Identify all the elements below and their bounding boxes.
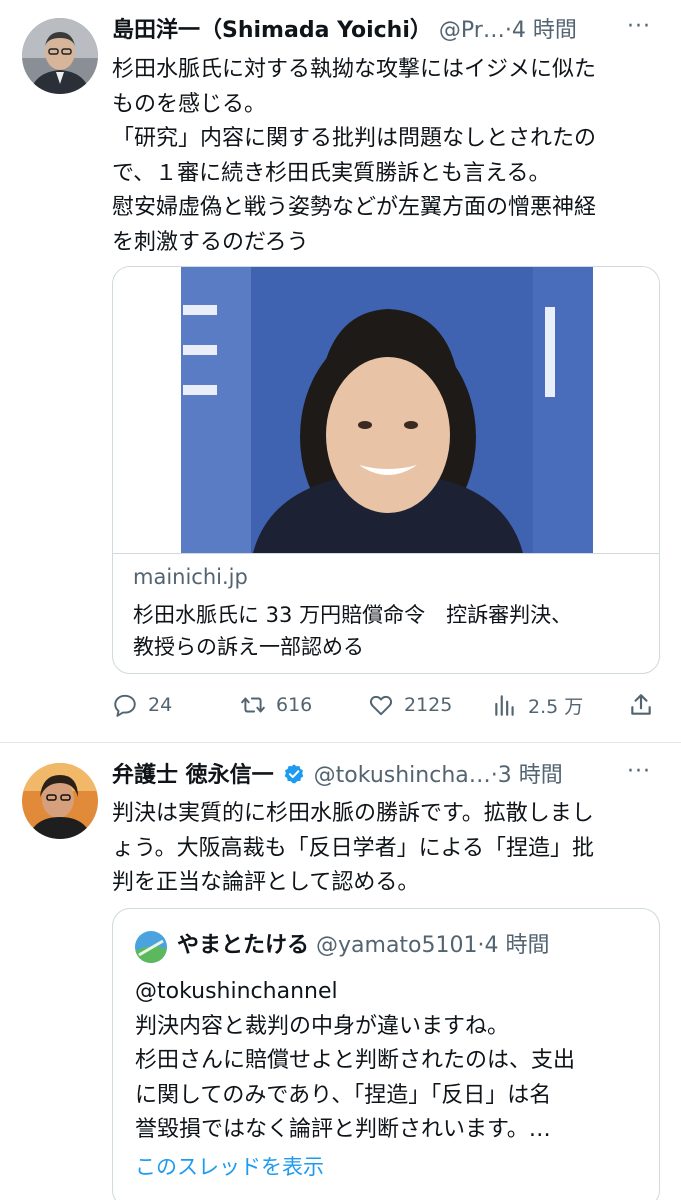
tweet-text: 杉田水脈氏に対する執拗な攻撃にはイジメに似た ものを感じる。 「研究」内容に関す…: [112, 53, 596, 260]
views-count: 2.5 万: [528, 695, 584, 718]
show-thread-link[interactable]: このスレッドを表示: [135, 1151, 324, 1181]
heart-icon: [369, 695, 393, 716]
tweet-header: 弁護士 徳永信一 @tokushincha…·3 時間: [112, 761, 563, 791]
avatar[interactable]: [22, 18, 98, 94]
verified-badge-icon: [284, 764, 304, 784]
retweet-icon: [241, 697, 265, 713]
tweet-shimada[interactable]: 島田洋一（Shimada Yoichi） @Pr…·4 時間 ··· 杉田水脈氏…: [0, 0, 681, 742]
link-card-title-line: 教授らの訴え一部認める: [133, 635, 364, 659]
avatar[interactable]: [22, 763, 98, 839]
quoted-text-line: 誉毀損ではなく論評と判断されいます。…: [135, 1117, 551, 1142]
tweet-text-line: で、１審に続き杉田氏実質勝訴とも言える。: [112, 160, 551, 186]
views-icon: [495, 695, 514, 716]
link-card-title[interactable]: 杉田水脈氏に 33 万円賠償命令 控訴審判決、 教授らの訴え一部認める: [133, 599, 572, 663]
share-icon: [631, 694, 651, 715]
display-name[interactable]: 弁護士 徳永信一: [112, 763, 274, 788]
link-card-image[interactable]: [113, 267, 659, 553]
retweet-button[interactable]: 616: [240, 688, 312, 722]
quoted-tweet[interactable]: やまとたける @yamato5101·4 時間 @tokushinchannel…: [112, 908, 660, 1200]
tweet-text-line: 判決は実質的に杉田水脈の勝訴です。拡散しまし: [112, 801, 594, 826]
reply-icon: [114, 694, 136, 717]
link-card-title-line: 杉田水脈氏に 33 万円賠償命令 控訴審判決、: [133, 603, 573, 627]
tweet-text-line: 判を正当な論評として認める。: [112, 870, 420, 895]
quoted-avatar[interactable]: [135, 931, 167, 963]
handle[interactable]: @Pr…: [439, 18, 505, 43]
link-card[interactable]: mainichi.jp 杉田水脈氏に 33 万円賠償命令 控訴審判決、 教授らの…: [112, 266, 660, 674]
quoted-text-line: 判決内容と裁判の中身が違いますね。: [135, 1013, 510, 1039]
more-options-button[interactable]: ···: [627, 14, 651, 39]
like-count: 2125: [404, 694, 453, 716]
handle[interactable]: @tokushincha…: [314, 763, 491, 788]
tweet-text-line: 「研究」内容に関する批判は問題なしとされたの: [112, 126, 597, 151]
quoted-text-line: に関してのみであり、「捏造」「反日」は名: [135, 1082, 552, 1108]
tweet-actions: 24 616 2125 2.5 万: [112, 688, 660, 722]
timestamp[interactable]: 4 時間: [512, 18, 577, 43]
tweet-text-line: を刺激するのだろう: [112, 229, 309, 255]
quoted-text: @tokushinchannel 判決内容と裁判の中身が違いますね。 杉田さんに…: [135, 975, 575, 1148]
views-button[interactable]: 2.5 万: [492, 688, 583, 722]
more-options-button[interactable]: ···: [627, 759, 651, 784]
tweet-text-line: ものを感じる。: [112, 91, 267, 117]
reply-count: 24: [148, 694, 173, 716]
quoted-handle[interactable]: @yamato5101: [316, 933, 478, 958]
quoted-timestamp[interactable]: 4 時間: [485, 933, 550, 958]
quoted-display-name[interactable]: やまとたける: [177, 933, 309, 958]
card-divider: [113, 553, 659, 554]
share-button[interactable]: [628, 688, 664, 722]
separator-dot: ·: [477, 933, 485, 958]
separator-dot: ·: [490, 763, 498, 788]
timestamp[interactable]: 3 時間: [498, 763, 563, 788]
link-card-domain[interactable]: mainichi.jp: [133, 565, 248, 589]
quoted-text-line: 杉田さんに賠償せよと判断されたのは、支出: [135, 1048, 576, 1073]
separator-dot: ·: [504, 18, 512, 43]
tweet-header: 島田洋一（Shimada Yoichi） @Pr…·4 時間: [112, 16, 577, 46]
like-button[interactable]: 2125: [368, 688, 452, 722]
tweet-text-line: ょう。大阪高裁も「反日学者」による「捏造」批: [112, 835, 595, 861]
quoted-text-line: @tokushinchannel: [135, 979, 338, 1004]
display-name[interactable]: 島田洋一（Shimada Yoichi）: [112, 18, 432, 43]
reply-button[interactable]: 24: [112, 688, 172, 722]
tweet-text-line: 慰安婦虚偽と戦う姿勢などが左翼方面の憎悪神経: [112, 195, 597, 220]
quoted-header: やまとたける @yamato5101·4 時間: [177, 931, 550, 961]
tweet-text: 判決は実質的に杉田水脈の勝訴です。拡散しまし ょう。大阪高裁も「反日学者」による…: [112, 797, 594, 901]
tweet-text-line: 杉田水脈氏に対する執拗な攻撃にはイジメに似た: [112, 57, 597, 82]
retweet-count: 616: [276, 694, 313, 716]
